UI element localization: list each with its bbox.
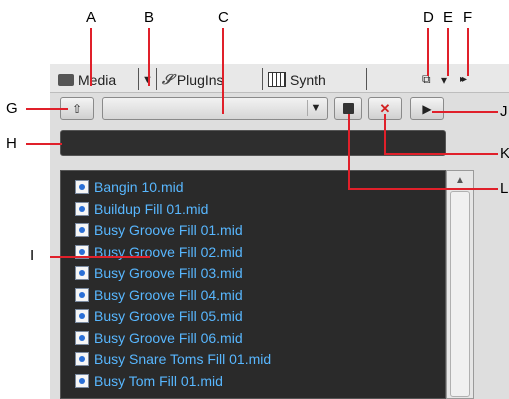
tab-separator (138, 68, 139, 90)
callout-line-c (222, 28, 224, 114)
keyboard-icon (268, 72, 286, 87)
callout-line-l-vertical (348, 114, 350, 190)
list-item[interactable]: Busy Groove Fill 03.mid (75, 263, 243, 283)
combo-arrow-icon[interactable]: ▼ (307, 100, 324, 116)
midi-file-icon (75, 373, 89, 388)
callout-line-k-vertical (384, 114, 386, 154)
callout-f: F (463, 9, 473, 26)
double-chevron-right-icon: ▸▸ (460, 74, 467, 85)
midi-file-icon (75, 266, 89, 280)
callout-i: I (30, 247, 35, 264)
callout-line-a (90, 28, 92, 86)
plugin-icon: 𝒮 (162, 71, 173, 87)
callout-line-i (50, 256, 150, 258)
list-item-label: Busy Groove Fill 05.mid (94, 308, 243, 324)
midi-file-icon (75, 330, 89, 345)
tab-media-label: Media (78, 71, 117, 88)
list-item[interactable]: Busy Groove Fill 04.mid (75, 285, 243, 305)
midi-file-icon (75, 223, 89, 237)
midi-file-icon (75, 201, 89, 216)
callout-h: H (6, 135, 17, 152)
midi-file-icon (75, 309, 89, 323)
list-item-label: Bangin 10.mid (94, 179, 184, 195)
callout-k: K (500, 145, 509, 162)
callout-line-e (447, 28, 449, 76)
list-item[interactable]: Busy Snare Toms Fill 01.mid (75, 349, 271, 369)
list-item-label: Busy Groove Fill 04.mid (94, 286, 243, 303)
tab-separator (156, 68, 157, 90)
vertical-scrollbar[interactable]: ▲ (446, 170, 474, 399)
callout-line-d (427, 28, 429, 76)
callout-line-f (467, 28, 469, 76)
callout-c: C (218, 9, 229, 26)
callout-line-l (348, 188, 498, 190)
list-item[interactable]: Busy Groove Fill 01.mid (75, 220, 243, 240)
callout-line-b (148, 28, 150, 86)
callout-b: B (144, 9, 155, 26)
list-item-label: Busy Groove Fill 03.mid (94, 265, 243, 281)
file-list[interactable]: Bangin 10.mid Buildup Fill 01.mid Busy Gro… (60, 170, 446, 399)
list-item[interactable]: Buildup Fill 01.mid (75, 199, 208, 219)
list-item[interactable]: Busy Tom Fill 01.mid (75, 371, 223, 391)
scroll-up-arrow-icon[interactable]: ▲ (448, 172, 472, 188)
callout-line-g (26, 108, 68, 110)
tab-synth-label: Synth (290, 71, 326, 88)
callout-e: E (443, 9, 454, 26)
list-item[interactable]: Bangin 10.mid (75, 177, 184, 197)
list-item[interactable]: Busy Groove Fill 06.mid (75, 328, 243, 348)
scroll-thumb[interactable] (450, 191, 470, 397)
tab-separator (366, 68, 367, 90)
callout-a: A (86, 9, 97, 26)
tab-plugins[interactable]: 𝒮 PlugIns (162, 68, 224, 91)
midi-file-icon (75, 180, 89, 194)
callout-d: D (423, 9, 434, 26)
list-item-label: Busy Groove Fill 01.mid (94, 222, 243, 238)
expand-button[interactable]: ▸▸ (460, 68, 467, 91)
callout-l: L (500, 180, 509, 197)
midi-file-icon (75, 352, 89, 366)
location-combo[interactable]: ▼ (102, 97, 328, 120)
list-item-label: Busy Tom Fill 01.mid (94, 372, 223, 389)
callout-g: G (6, 100, 18, 117)
midi-file-icon (75, 287, 89, 302)
callout-line-h (26, 143, 62, 145)
callout-line-k (384, 153, 498, 155)
tab-plugins-label: PlugIns (176, 71, 224, 88)
list-item-label: Busy Groove Fill 06.mid (94, 329, 243, 346)
save-icon (342, 103, 354, 114)
tab-synth[interactable]: Synth (268, 68, 326, 91)
callout-line-j (432, 111, 498, 113)
folder-icon (58, 73, 74, 86)
list-item[interactable]: Busy Groove Fill 02.mid (75, 242, 243, 262)
tab-media[interactable]: Media (58, 68, 116, 91)
callout-j: J (500, 103, 508, 120)
list-item-label: Busy Snare Toms Fill 01.mid (94, 351, 272, 367)
tab-separator (262, 68, 263, 90)
folder-up-icon: ⇧ (71, 101, 83, 116)
list-item-label: Buildup Fill 01.mid (94, 200, 209, 217)
play-icon: ▶ (422, 101, 432, 116)
list-item[interactable]: Busy Groove Fill 05.mid (75, 306, 243, 326)
play-preview-button[interactable]: ▶ (410, 97, 444, 120)
